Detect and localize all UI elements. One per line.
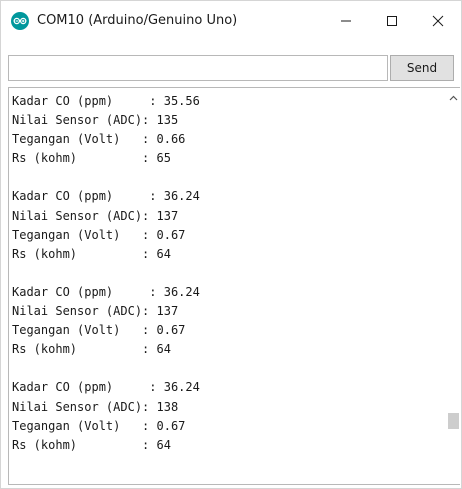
- output-line: Nilai Sensor (ADC): 137: [12, 208, 179, 223]
- close-icon: [432, 15, 444, 27]
- arduino-logo-icon: [11, 12, 29, 30]
- scroll-up-button[interactable]: [446, 90, 460, 105]
- output-line: Tegangan (Volt) : 0.67: [12, 227, 186, 242]
- output-line: Rs (kohm) : 64: [12, 437, 171, 452]
- serial-output-text: Kadar CO (ppm) : 35.56 Nilai Sensor (ADC)…: [12, 92, 432, 455]
- chevron-up-icon: [449, 95, 458, 100]
- output-line: Rs (kohm) : 65: [12, 151, 171, 166]
- send-input[interactable]: [8, 55, 388, 81]
- maximize-button[interactable]: [369, 1, 415, 41]
- output-line: Tegangan (Volt) : 0.66: [12, 132, 186, 147]
- title-bar[interactable]: COM10 (Arduino/Genuino Uno): [1, 1, 461, 41]
- maximize-icon: [387, 16, 397, 26]
- output-line: Tegangan (Volt) : 0.67: [12, 323, 186, 338]
- output-line: Rs (kohm) : 64: [12, 246, 171, 261]
- output-line: Kadar CO (ppm) : 36.24: [12, 189, 200, 204]
- scrollbar-thumb[interactable]: [448, 413, 459, 429]
- output-line: Kadar CO (ppm) : 36.24: [12, 284, 200, 299]
- output-line: Tegangan (Volt) : 0.67: [12, 418, 186, 433]
- output-line: Kadar CO (ppm) : 36.24: [12, 380, 200, 395]
- output-line: Nilai Sensor (ADC): 138: [12, 399, 179, 414]
- minimize-icon: [341, 20, 351, 22]
- output-line: Nilai Sensor (ADC): 137: [12, 304, 179, 319]
- minimize-button[interactable]: [323, 1, 369, 41]
- output-line: Kadar CO (ppm) : 35.56: [12, 94, 200, 108]
- send-toolbar: Send: [1, 51, 461, 85]
- output-line: Rs (kohm) : 64: [12, 342, 171, 357]
- vertical-scrollbar[interactable]: [446, 88, 460, 484]
- window-title: COM10 (Arduino/Genuino Uno): [37, 13, 238, 28]
- close-button[interactable]: [415, 1, 461, 41]
- send-button[interactable]: Send: [390, 55, 454, 81]
- output-line: Nilai Sensor (ADC): 135: [12, 113, 179, 128]
- serial-output-area[interactable]: Kadar CO (ppm) : 35.56 Nilai Sensor (ADC)…: [8, 87, 460, 485]
- serial-monitor-window: COM10 (Arduino/Genuino Uno) Send Kadar C…: [0, 0, 462, 489]
